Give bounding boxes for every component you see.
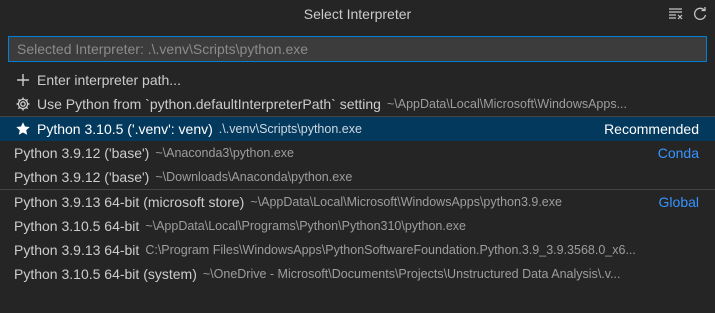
title-actions bbox=[667, 5, 709, 23]
list-item-label: Python 3.10.5 64-bit bbox=[14, 218, 140, 234]
list-item-label: Python 3.9.13 64-bit bbox=[14, 242, 140, 258]
refresh-icon bbox=[694, 7, 707, 20]
global-interpreter-item[interactable]: Python 3.10.5 64-bit (system) ~\OneDrive… bbox=[0, 262, 715, 286]
list-item-label: Enter interpreter path... bbox=[37, 72, 181, 88]
search-wrapper bbox=[0, 28, 715, 68]
quick-pick-title: Select Interpreter bbox=[303, 6, 412, 22]
list-item-description: ~\AppData\Local\Microsoft\WindowsApps... bbox=[386, 97, 628, 111]
global-interpreter-item[interactable]: Python 3.9.13 64-bit C:\Program Files\Wi… bbox=[0, 238, 715, 262]
recommended-interpreter-item[interactable]: Python 3.10.5 ('.venv': venv) .\.venv\Sc… bbox=[0, 117, 715, 141]
interpreter-search-input[interactable] bbox=[15, 40, 700, 58]
interpreter-list: Enter interpreter path... Use Python fro… bbox=[0, 68, 715, 286]
list-item-description: ~\OneDrive - Microsoft\Documents\Project… bbox=[202, 267, 621, 281]
conda-interpreter-item[interactable]: Python 3.9.12 ('base') ~\Downloads\Anaco… bbox=[0, 165, 715, 189]
list-item-label: Python 3.9.12 ('base') bbox=[14, 145, 150, 161]
star-icon bbox=[14, 120, 32, 138]
list-item-description: ~\Anaconda3\python.exe bbox=[155, 146, 294, 160]
recommended-badge: Recommended bbox=[604, 121, 699, 137]
list-item-description: ~\Downloads\Anaconda\python.exe bbox=[155, 170, 353, 184]
list-item-label: Use Python from `python.defaultInterpret… bbox=[37, 96, 381, 112]
plus-icon bbox=[14, 71, 32, 89]
list-item-label: Python 3.9.12 ('base') bbox=[14, 169, 150, 185]
list-item-label: Python 3.10.5 64-bit (system) bbox=[14, 266, 197, 282]
enter-interpreter-path-item[interactable]: Enter interpreter path... bbox=[0, 68, 715, 92]
list-item-label: Python 3.9.13 64-bit (microsoft store) bbox=[14, 194, 245, 210]
use-default-interpreter-path-item[interactable]: Use Python from `python.defaultInterpret… bbox=[0, 92, 715, 116]
search-box bbox=[8, 36, 707, 62]
conda-interpreter-item[interactable]: Python 3.9.12 ('base') ~\Anaconda3\pytho… bbox=[0, 141, 715, 165]
global-group-label: Global bbox=[658, 194, 699, 210]
global-interpreter-item[interactable]: Python 3.9.13 64-bit (microsoft store) ~… bbox=[0, 190, 715, 214]
list-item-label: Python 3.10.5 ('.venv': venv) bbox=[37, 121, 213, 137]
global-interpreter-item[interactable]: Python 3.10.5 64-bit ~\AppData\Local\Pro… bbox=[0, 214, 715, 238]
list-item-description: .\.venv\Scripts\python.exe bbox=[218, 122, 362, 136]
list-item-description: C:\Program Files\WindowsApps\PythonSoftw… bbox=[145, 243, 636, 257]
list-item-description: ~\AppData\Local\Microsoft\WindowsApps\py… bbox=[250, 195, 562, 209]
quick-pick-titlebar: Select Interpreter bbox=[0, 0, 715, 28]
refresh-button[interactable] bbox=[691, 5, 709, 23]
clear-all-icon bbox=[669, 8, 683, 20]
conda-group-label: Conda bbox=[657, 145, 699, 161]
quick-pick: Select Interpreter Selected Interpreter:… bbox=[0, 0, 715, 313]
gear-icon bbox=[14, 95, 32, 113]
list-item-description: ~\AppData\Local\Programs\Python\Python31… bbox=[145, 219, 467, 233]
clear-all-button[interactable] bbox=[667, 5, 685, 23]
